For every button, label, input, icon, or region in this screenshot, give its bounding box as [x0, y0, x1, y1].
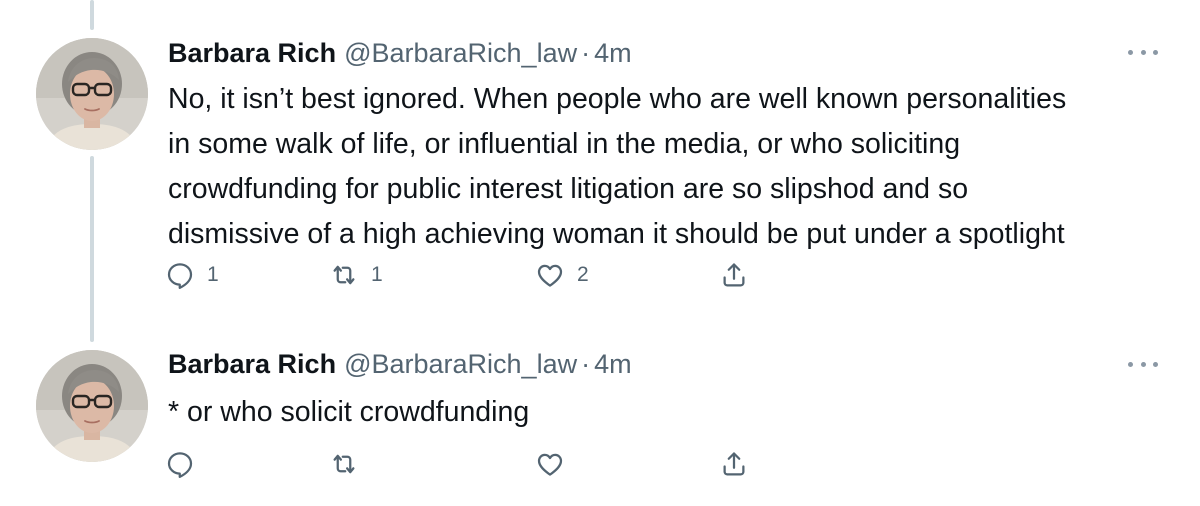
- author-handle[interactable]: @BarbaraRich_law: [344, 36, 577, 70]
- share-icon: [719, 260, 749, 290]
- author-name[interactable]: Barbara Rich: [168, 36, 336, 70]
- retweet-icon: [329, 260, 359, 290]
- reply-icon: [165, 449, 195, 479]
- tweet-text: No, it isn’t best ignored. When people w…: [168, 77, 1168, 257]
- avatar-image: [36, 38, 148, 150]
- tweet-actions: [165, 447, 765, 481]
- reply-button[interactable]: [165, 447, 207, 481]
- like-button[interactable]: [535, 447, 577, 481]
- avatar-image: [36, 350, 148, 462]
- share-button[interactable]: [719, 447, 749, 481]
- more-dot: [1128, 49, 1133, 55]
- more-dot: [1153, 361, 1158, 367]
- more-options-icon[interactable]: [1128, 357, 1158, 371]
- tweet-header: Barbara Rich @BarbaraRich_law · 4m: [168, 347, 1160, 381]
- retweet-button[interactable]: 1: [329, 258, 383, 292]
- tweet-text-line: No, it isn’t best ignored. When people w…: [168, 83, 1067, 115]
- author-name[interactable]: Barbara Rich: [168, 347, 336, 381]
- avatar[interactable]: [36, 350, 148, 462]
- separator-dot: ·: [581, 349, 591, 379]
- tweet-text-line: * or who solicit crowdfunding: [168, 396, 530, 428]
- reply-button[interactable]: 1: [165, 258, 219, 292]
- tweet-text-line: crowdfunding for public interest litigat…: [168, 173, 969, 205]
- avatar[interactable]: [36, 38, 148, 150]
- tweet-text-line: dismissive of a high achieving woman it …: [168, 218, 1065, 250]
- more-options-icon[interactable]: [1128, 45, 1158, 59]
- more-dot: [1153, 49, 1158, 55]
- share-icon: [719, 449, 749, 479]
- like-count: 2: [577, 263, 589, 286]
- more-dot: [1140, 49, 1146, 55]
- author-handle[interactable]: @BarbaraRich_law: [344, 347, 577, 381]
- like-button[interactable]: 2: [535, 258, 589, 292]
- tweet-timestamp[interactable]: 4m: [594, 36, 632, 70]
- separator-dot: ·: [581, 38, 591, 68]
- heart-icon: [535, 260, 565, 290]
- tweet-text-line: in some walk of life, or influential in …: [168, 128, 961, 160]
- more-dot: [1128, 361, 1133, 367]
- tweet-actions: 1 1 2: [165, 258, 765, 292]
- retweet-icon: [329, 449, 359, 479]
- tweet-header: Barbara Rich @BarbaraRich_law · 4m: [168, 36, 1160, 70]
- tweet[interactable]: Barbara Rich @BarbaraRich_law · 4m No, i…: [0, 0, 1200, 320]
- tweet-timestamp[interactable]: 4m: [594, 347, 632, 381]
- retweet-button[interactable]: [329, 447, 371, 481]
- retweet-count: 1: [371, 263, 383, 286]
- heart-icon: [535, 449, 565, 479]
- more-dot: [1140, 361, 1146, 367]
- tweet[interactable]: Barbara Rich @BarbaraRich_law · 4m * or …: [0, 330, 1200, 506]
- tweet-text: * or who solicit crowdfunding: [168, 390, 1168, 435]
- reply-icon: [165, 260, 195, 290]
- share-button[interactable]: [719, 258, 749, 292]
- reply-count: 1: [207, 263, 219, 286]
